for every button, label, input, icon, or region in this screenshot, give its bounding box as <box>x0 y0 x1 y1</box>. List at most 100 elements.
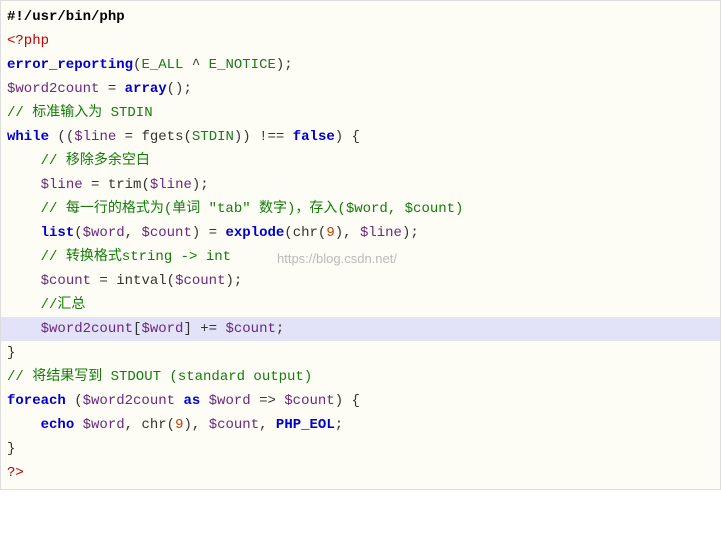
paren: ), <box>183 417 208 433</box>
indent <box>7 153 41 169</box>
comment: // 移除多余空白 <box>41 153 150 169</box>
code-line-highlighted: $word2count[$word] += $count; <box>1 317 720 341</box>
kw-echo: echo <box>41 417 75 433</box>
var-word: $word <box>83 417 125 433</box>
indent <box>7 417 41 433</box>
var-word: $word <box>209 393 251 409</box>
code-line: <?php <box>7 29 714 53</box>
paren: ); <box>225 273 242 289</box>
indent <box>7 249 41 265</box>
code-line: error_reporting(E_ALL ^ E_NOTICE); <box>7 53 714 77</box>
const-phpeol: PHP_EOL <box>276 417 335 433</box>
var-count: $count <box>175 273 225 289</box>
assign: = <box>99 81 124 97</box>
bracket: ] <box>183 321 191 337</box>
code-line: } <box>7 437 714 461</box>
kw-while: while <box>7 129 49 145</box>
comma: , <box>125 225 142 241</box>
var-count: $count <box>284 393 334 409</box>
fn-intval: intval( <box>116 273 175 289</box>
comment: // 每一行的格式为(单词 "tab" 数字)，存入($word, $count… <box>41 201 464 217</box>
brace: ) { <box>335 393 360 409</box>
const-stdin: STDIN <box>192 129 234 145</box>
var-count: $count <box>41 273 91 289</box>
comment: // 将结果写到 STDOUT (standard output) <box>7 369 312 385</box>
var-line: $line <box>41 177 83 193</box>
code-line: #!/usr/bin/php <box>7 5 714 29</box>
code-line: // 移除多余空白 <box>7 149 714 173</box>
brace-close: } <box>7 345 15 361</box>
code-line: // 每一行的格式为(单词 "tab" 数字)，存入($word, $count… <box>7 197 714 221</box>
num-nine: 9 <box>326 225 334 241</box>
operator-neq: !== <box>259 129 293 145</box>
arrow: => <box>251 393 285 409</box>
var-count: $count <box>141 225 191 241</box>
code-line: $word2count = array(); <box>7 77 714 101</box>
var-count: $count <box>225 321 275 337</box>
fn-trim: trim( <box>108 177 150 193</box>
indent <box>7 201 41 217</box>
fn-chr: chr( <box>293 225 327 241</box>
code-line: foreach ($word2count as $word => $count)… <box>7 389 714 413</box>
brace-close: } <box>7 441 15 457</box>
comma: , <box>259 417 276 433</box>
paren: ( <box>284 225 292 241</box>
operator: += <box>192 321 226 337</box>
code-line: while (($line = fgets(STDIN)) !== false)… <box>7 125 714 149</box>
kw-as: as <box>175 393 209 409</box>
fn-explode: explode <box>225 225 284 241</box>
paren: ); <box>192 177 209 193</box>
paren: ), <box>335 225 360 241</box>
paren: (); <box>167 81 192 97</box>
var-word2count: $word2count <box>41 321 133 337</box>
indent <box>7 273 41 289</box>
paren: ( <box>66 393 83 409</box>
semicolon: ; <box>276 321 284 337</box>
kw-foreach: foreach <box>7 393 66 409</box>
const-enotice: E_NOTICE <box>209 57 276 73</box>
paren: )) <box>234 129 259 145</box>
comment: // 转换格式string -> int <box>41 249 231 265</box>
comma: , <box>125 417 142 433</box>
fn-fgets: fgets( <box>141 129 191 145</box>
assign: = <box>116 129 141 145</box>
semicolon: ; <box>335 417 343 433</box>
code-line: } <box>7 341 714 365</box>
code-line: echo $word, chr(9), $count, PHP_EOL; <box>7 413 714 437</box>
shebang: #!/usr/bin/php <box>7 9 125 25</box>
const-eall: E_ALL <box>141 57 183 73</box>
var-word2count: $word2count <box>7 81 99 97</box>
kw-false: false <box>293 129 335 145</box>
indent <box>7 321 41 337</box>
fn-error-reporting: error_reporting <box>7 57 133 73</box>
var-line: $line <box>150 177 192 193</box>
indent <box>7 225 41 241</box>
code-line: ?> <box>7 461 714 485</box>
code-line: // 将结果写到 STDOUT (standard output) <box>7 365 714 389</box>
fn-array: array <box>125 81 167 97</box>
code-line: $count = intval($count); <box>7 269 714 293</box>
paren: ( <box>74 225 82 241</box>
code-line: //汇总 <box>7 293 714 317</box>
paren: ); <box>276 57 293 73</box>
watermark: https://blog.csdn.net/ <box>277 247 397 271</box>
var-line: $line <box>74 129 116 145</box>
code-line: list($word, $count) = explode(chr(9), $l… <box>7 221 714 245</box>
var-word: $word <box>83 225 125 241</box>
paren: ) = <box>192 225 226 241</box>
php-open-tag: <?php <box>7 33 49 49</box>
var-word: $word <box>141 321 183 337</box>
indent <box>7 297 41 313</box>
comment: //汇总 <box>41 297 86 313</box>
assign: = <box>83 177 108 193</box>
operator: ^ <box>183 57 208 73</box>
code-line: // 转换格式string -> int https://blog.csdn.ne… <box>7 245 714 269</box>
fn-chr: chr( <box>141 417 175 433</box>
code-line: $line = trim($line); <box>7 173 714 197</box>
php-close-tag: ?> <box>7 465 24 481</box>
assign: = <box>91 273 116 289</box>
code-block: #!/usr/bin/php <?php error_reporting(E_A… <box>0 0 721 490</box>
var-line: $line <box>360 225 402 241</box>
brace: ) { <box>335 129 360 145</box>
code-line: // 标准输入为 STDIN <box>7 101 714 125</box>
